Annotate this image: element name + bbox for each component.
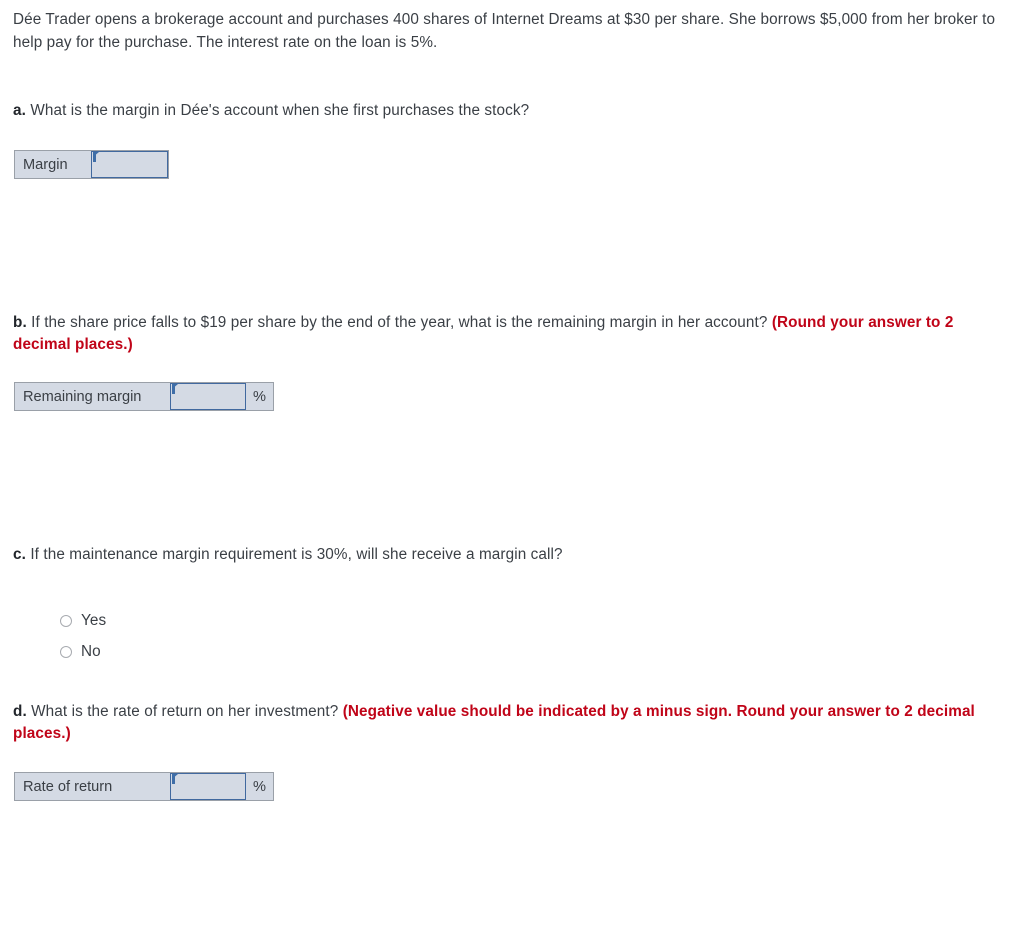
answer-label-remaining-margin: Remaining margin [23, 388, 142, 405]
answer-label-rate-of-return: Rate of return [23, 778, 113, 795]
question-a-text: What is the margin in Dée's account when… [25, 102, 530, 119]
answer-row-rate-of-return: Rate of return % [14, 772, 274, 801]
answer-suffix-remaining-margin: % [246, 383, 273, 410]
text-cursor-icon [172, 774, 178, 784]
question-page: Dée Trader opens a brokerage account and… [0, 0, 1024, 946]
answer-field-margin-wrapper[interactable] [91, 151, 168, 178]
radio-button-icon[interactable] [60, 614, 72, 627]
answer-row-margin: Margin [14, 150, 169, 179]
question-b: b. If the share price falls to $19 per s… [13, 312, 1008, 356]
answer-row-remaining-margin: Remaining margin % [14, 382, 274, 411]
radio-group-margin-call: Yes No [60, 605, 106, 667]
answer-suffix-rate-of-return: % [246, 773, 273, 800]
question-d-letter: d. [13, 703, 27, 720]
question-c: c. If the maintenance margin requirement… [13, 544, 1008, 566]
radio-label-yes: Yes [81, 611, 107, 629]
answer-input-rate-of-return[interactable] [171, 774, 245, 799]
question-a: a. What is the margin in Dée's account w… [13, 100, 1008, 122]
question-c-letter: c. [13, 546, 26, 563]
radio-option-no[interactable]: No [60, 636, 106, 667]
radio-label-no: No [81, 642, 101, 660]
radio-button-icon[interactable] [60, 645, 72, 658]
question-d: d. What is the rate of return on her inv… [13, 701, 1008, 745]
text-cursor-icon [93, 152, 99, 162]
answer-field-remaining-margin-wrapper[interactable] [170, 383, 246, 410]
question-c-text: If the maintenance margin requirement is… [25, 546, 563, 563]
question-d-text: What is the rate of return on her invest… [26, 703, 343, 720]
question-b-letter: b. [13, 314, 27, 331]
text-cursor-icon [172, 384, 178, 394]
question-b-text: If the share price falls to $19 per shar… [26, 314, 772, 331]
answer-input-remaining-margin[interactable] [171, 384, 245, 409]
answer-field-rate-of-return-wrapper[interactable] [170, 773, 246, 800]
question-a-letter: a. [13, 102, 26, 119]
answer-label-margin: Margin [23, 156, 68, 173]
problem-statement: Dée Trader opens a brokerage account and… [13, 11, 996, 51]
radio-option-yes[interactable]: Yes [60, 605, 106, 636]
answer-input-margin[interactable] [92, 152, 167, 177]
